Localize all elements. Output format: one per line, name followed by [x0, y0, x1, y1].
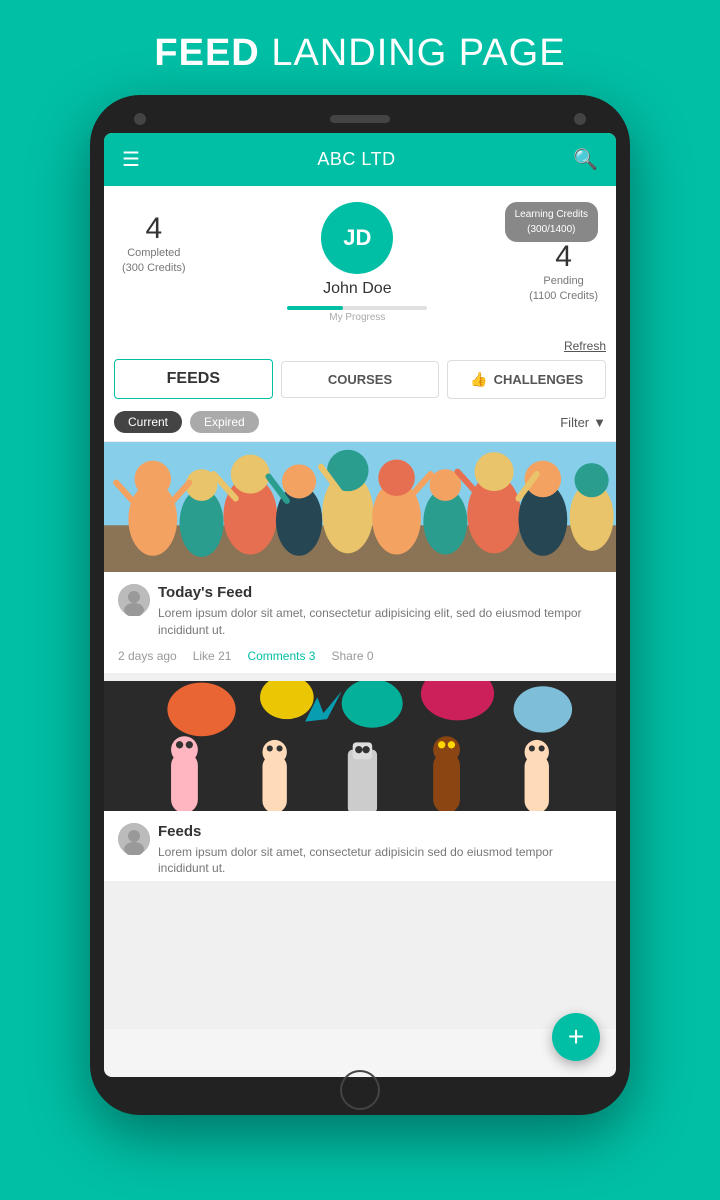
- thumbs-up-icon: 👍: [470, 371, 487, 388]
- learning-credits-badge: Learning Credits (300/1400): [505, 202, 598, 242]
- completed-label: Completed (300 Credits): [122, 246, 186, 277]
- comments-count: 3: [309, 649, 316, 663]
- profile-name: John Doe: [323, 280, 392, 298]
- progress-bar-fill: [287, 306, 343, 310]
- phone-speaker: [330, 115, 390, 123]
- feed-card-2: Feeds Lorem ipsum dolor sit amet, consec…: [104, 681, 616, 882]
- avatar-container: JD John Doe My Progress: [186, 202, 530, 333]
- like-label: Like: [193, 649, 215, 663]
- hamburger-icon[interactable]: ☰: [122, 147, 140, 172]
- tab-courses[interactable]: COURSES: [281, 361, 440, 398]
- feed-card-1-header: Today's Feed Lorem ipsum dolor sit amet,…: [104, 572, 616, 643]
- share-count: 0: [367, 649, 374, 663]
- feed-card-1-body: Today's Feed Lorem ipsum dolor sit amet,…: [158, 584, 602, 639]
- feed-card-1-meta: 2 days ago Like 21 Comments 3 Share 0: [104, 643, 616, 673]
- completed-stat: 4 Completed (300 Credits): [122, 202, 186, 277]
- author-avatar-1: [118, 584, 150, 616]
- my-progress-label: My Progress: [329, 312, 385, 323]
- tab-nav: Refresh FEEDS COURSES 👍 CHALLENGES: [104, 333, 616, 405]
- app-bar: ☰ ABC LTD 🔍: [104, 133, 616, 186]
- feed-card-1-timestamp: 2 days ago: [118, 649, 177, 663]
- feed-card-2-image: [104, 681, 616, 811]
- progress-bar: [287, 306, 427, 310]
- profile-top: 4 Completed (300 Credits) JD John Doe My…: [122, 202, 598, 333]
- courses-tab-label: COURSES: [328, 372, 392, 387]
- phone-screen: ☰ ABC LTD 🔍 4 Completed (300 Credits) JD…: [104, 133, 616, 1077]
- page-header: FEED LANDING PAGE: [0, 0, 720, 95]
- profile-section: 4 Completed (300 Credits) JD John Doe My…: [104, 186, 616, 333]
- filter-icon: ▼: [593, 415, 606, 430]
- expired-filter-button[interactable]: Expired: [190, 411, 259, 433]
- feed-card-1-comments[interactable]: Comments 3: [247, 649, 315, 663]
- phone-frame: ☰ ABC LTD 🔍 4 Completed (300 Credits) JD…: [90, 95, 630, 1115]
- feed-card-1-text: Lorem ipsum dolor sit amet, consectetur …: [158, 605, 602, 639]
- tab-challenges[interactable]: 👍 CHALLENGES: [447, 360, 606, 399]
- refresh-row: Refresh: [114, 339, 606, 353]
- filter-label[interactable]: Filter ▼: [560, 415, 606, 430]
- filter-text: Filter: [560, 415, 589, 430]
- feed-card-1: Today's Feed Lorem ipsum dolor sit amet,…: [104, 442, 616, 673]
- phone-camera-2: [574, 113, 586, 125]
- feed-card-1-image: [104, 442, 616, 572]
- comments-label: Comments: [247, 649, 305, 663]
- challenges-tab-label: CHALLENGES: [494, 372, 584, 387]
- share-label: Share: [331, 649, 363, 663]
- home-button[interactable]: [340, 1070, 380, 1110]
- feeds-tab-label: FEEDS: [167, 370, 220, 388]
- fab-button[interactable]: +: [552, 1013, 600, 1061]
- feed-card-2-body: Feeds Lorem ipsum dolor sit amet, consec…: [158, 823, 602, 878]
- feed-card-2-title: Feeds: [158, 823, 602, 840]
- current-filter-button[interactable]: Current: [114, 411, 182, 433]
- pending-label: Pending (1100 Credits): [529, 274, 598, 305]
- people-illustration: [104, 442, 616, 572]
- filter-row: Current Expired Filter ▼: [104, 405, 616, 442]
- author-avatar-icon-1: [118, 584, 150, 616]
- tabs-row: FEEDS COURSES 👍 CHALLENGES: [114, 359, 606, 399]
- feed-card-1-title: Today's Feed: [158, 584, 602, 601]
- tab-feeds[interactable]: FEEDS: [114, 359, 273, 399]
- phone-bottom: [104, 1077, 616, 1097]
- feed-card-2-text: Lorem ipsum dolor sit amet, consectetur …: [158, 844, 602, 878]
- pending-stat: Learning Credits (300/1400) 4 Pending (1…: [529, 202, 598, 305]
- feed-card-1-share[interactable]: Share 0: [331, 649, 373, 663]
- header-light: LANDING PAGE: [260, 32, 566, 74]
- phone-top-bar: [104, 113, 616, 133]
- pending-count: 4: [529, 240, 598, 274]
- feed-content: Today's Feed Lorem ipsum dolor sit amet,…: [104, 442, 616, 1029]
- header-bold: FEED: [154, 32, 259, 74]
- app-title: ABC LTD: [317, 149, 395, 170]
- feed-card-1-like[interactable]: Like 21: [193, 649, 232, 663]
- search-icon[interactable]: 🔍: [573, 147, 598, 172]
- avatar: JD: [321, 202, 393, 274]
- author-avatar-icon-2: [118, 823, 150, 855]
- feed-card-2-header: Feeds Lorem ipsum dolor sit amet, consec…: [104, 811, 616, 882]
- like-count: 21: [218, 649, 231, 663]
- completed-count: 4: [122, 212, 186, 246]
- refresh-link[interactable]: Refresh: [564, 339, 606, 353]
- author-avatar-2: [118, 823, 150, 855]
- phone-camera: [134, 113, 146, 125]
- fingers-illustration: [104, 681, 616, 811]
